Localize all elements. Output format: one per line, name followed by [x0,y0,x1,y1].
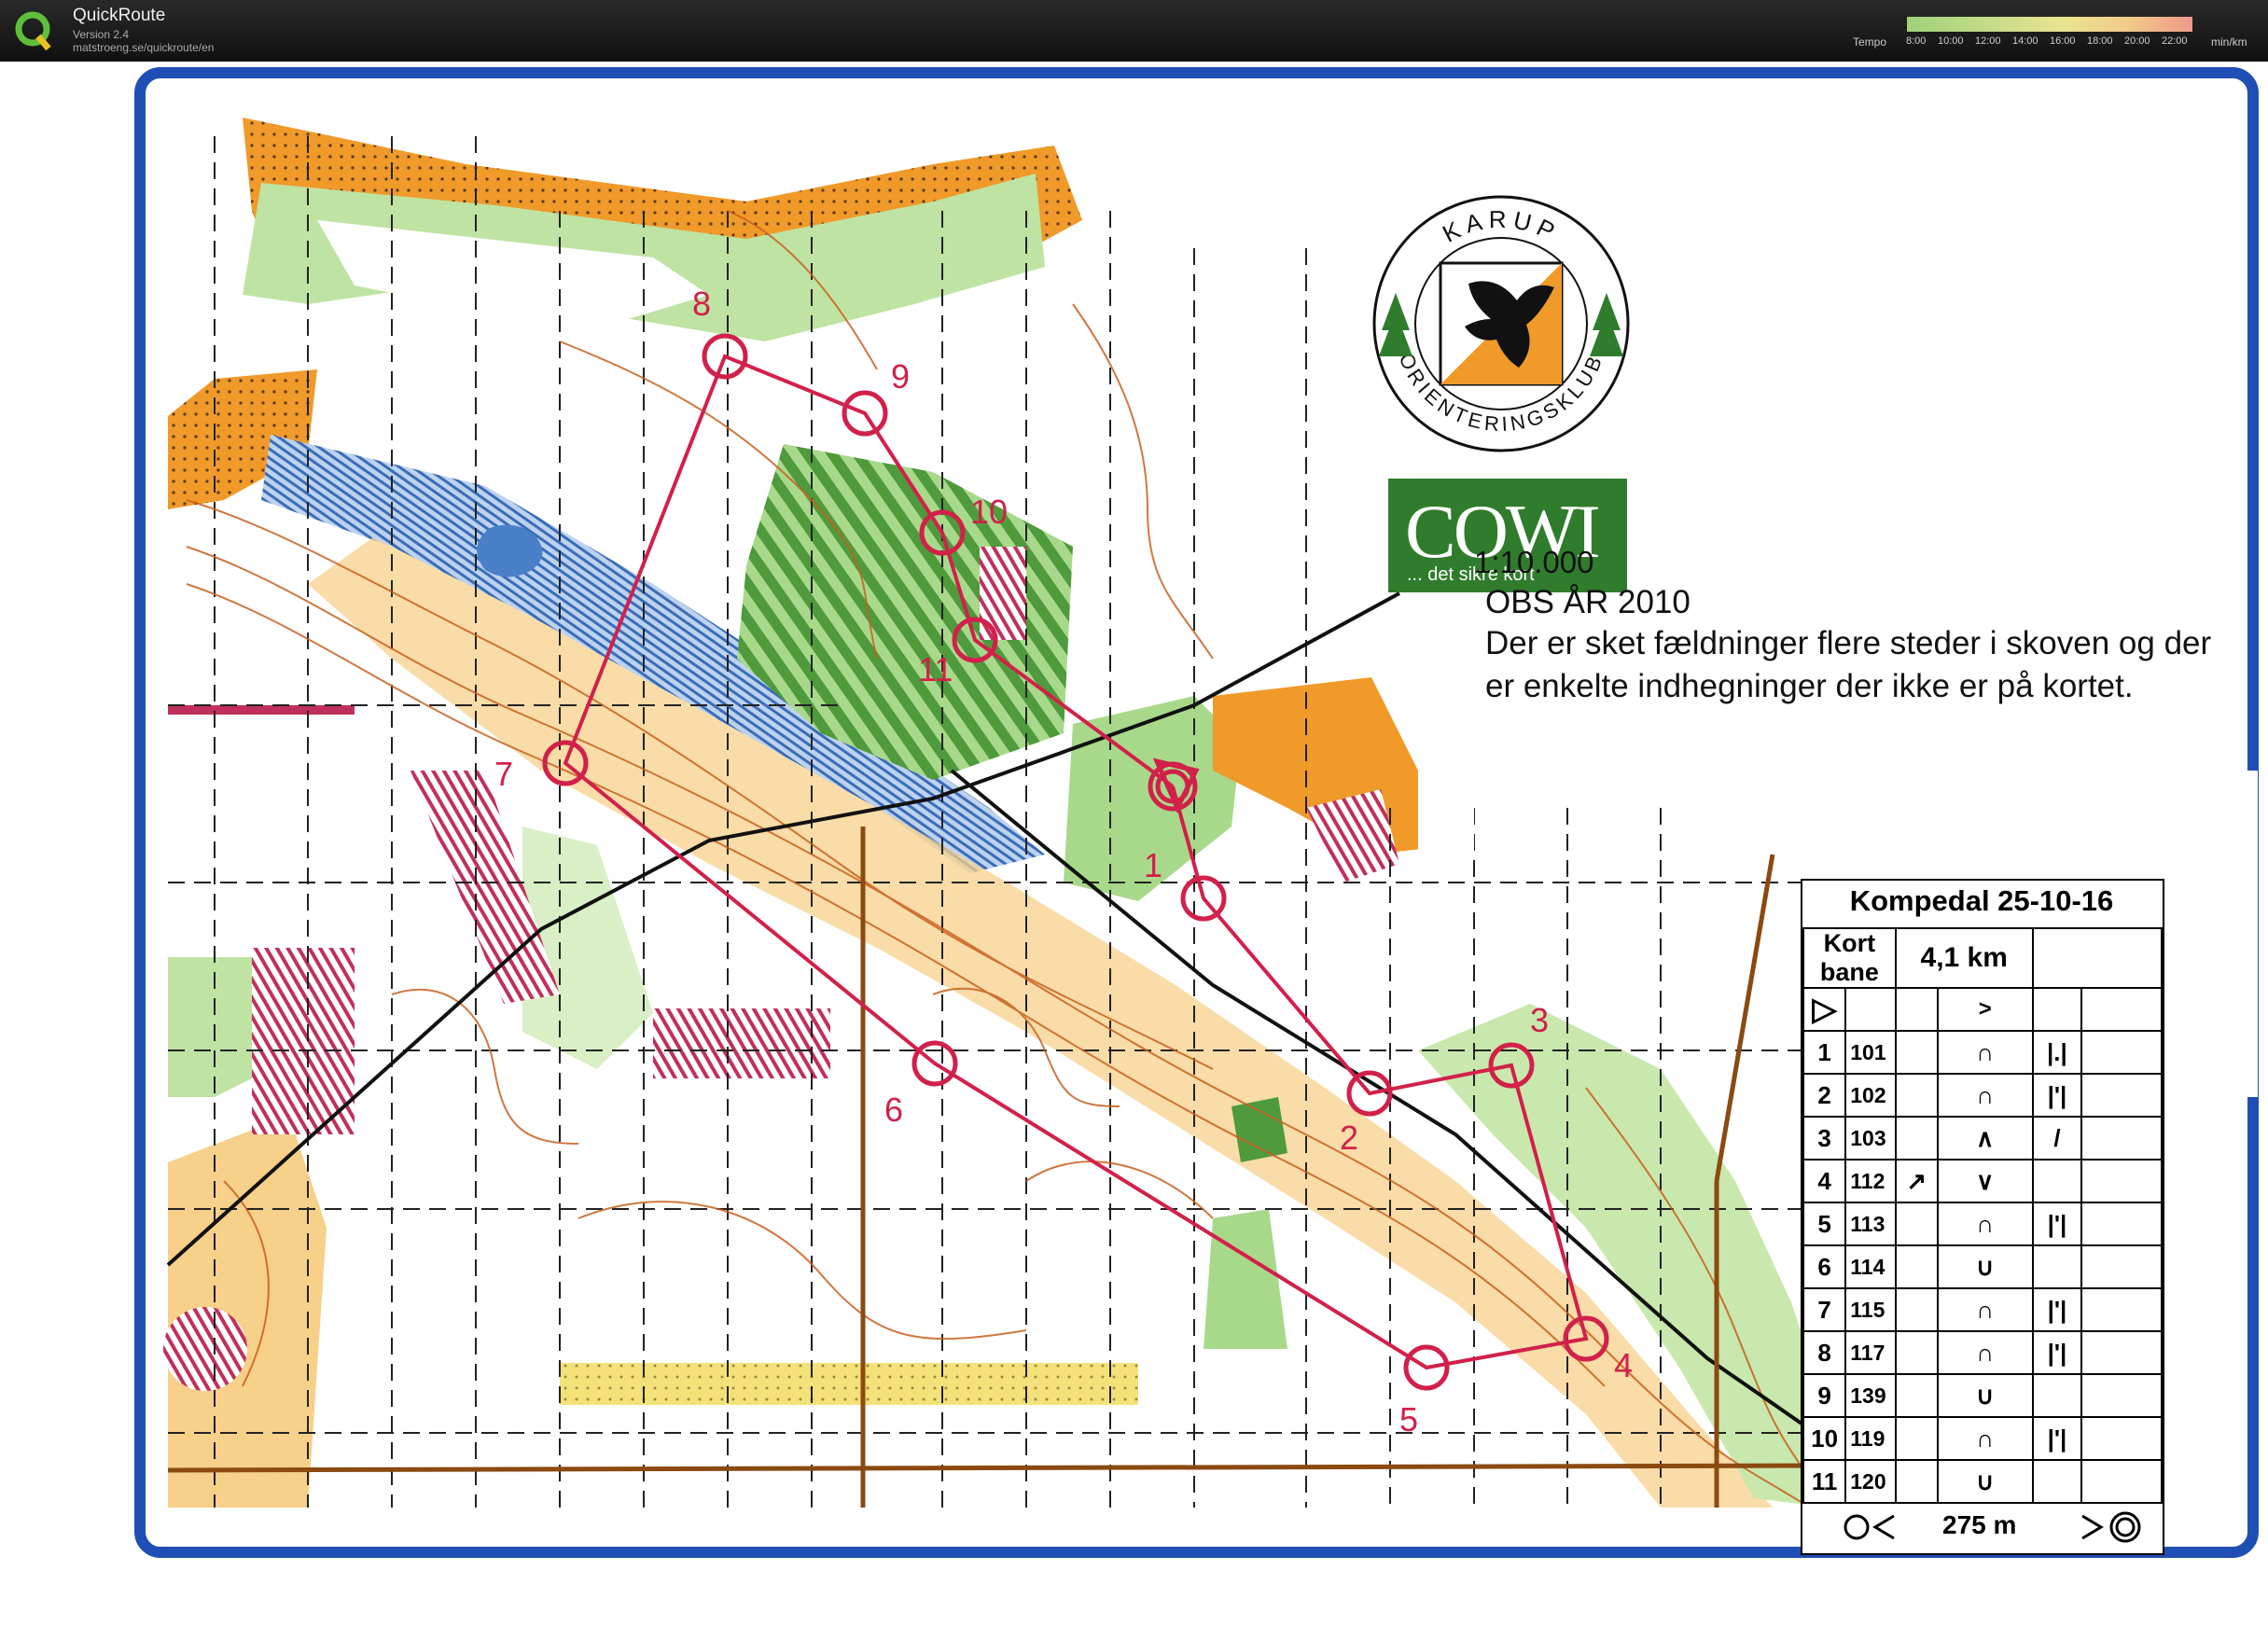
knoll-icon: ∩ [1936,1202,2034,1246]
tempo-tick: 16:00 [2050,35,2076,47]
control-number-1: 1 [1144,846,1162,884]
position-icon: / [2031,1116,2083,1161]
tempo-tick: 12:00 [1975,35,2001,47]
control-row: 2 102 ∩ |'| [1802,1073,2163,1118]
control-number-8: 8 [692,285,711,323]
control-row: 11 120 ∪ [1802,1459,2163,1504]
control-row: 8 117 ∩ |'| [1802,1330,2163,1375]
app-toolbar: QuickRoute Version 2.4 matstroeng.se/qui… [0,0,2268,62]
control-row: 7 115 ∩ |'| [1802,1287,2163,1332]
tempo-tick: 18:00 [2087,35,2113,47]
tempo-label: Tempo [1853,35,1887,49]
start-triangle-icon: ▷ [1802,987,1847,1032]
control-number-7: 7 [494,755,513,793]
control-number-2: 2 [1340,1119,1358,1157]
finish-from-control-icon [1844,1514,1895,1540]
knoll-icon: ∩ [1936,1030,2034,1075]
notice-body: Der er sket fældninger flere steder i sk… [1485,625,2212,704]
control-number-11: 11 [918,650,953,688]
knoll-icon: ∩ [1936,1416,2034,1461]
knoll-icon: ∩ [1936,1287,2034,1332]
control-number-10: 10 [970,493,1008,531]
tempo-tick: 22:00 [2162,35,2188,47]
app-url-link[interactable]: matstroeng.se/quickroute/en [73,41,214,54]
control-number-6: 6 [884,1091,903,1129]
map-scale: 1:10.000 [1474,545,1594,579]
card-title: Kompedal 25-10-16 [1849,884,2114,917]
control-number-9: 9 [891,357,910,396]
orienteering-map[interactable]: 1 2 3 4 5 6 7 8 9 10 11 KARUP ORIENTERIN… [0,62,2268,1640]
course-length: 4,1 km [1894,927,2034,989]
control-row: 5 113 ∩ |'| [1802,1202,2163,1246]
path-junction-icon: > [1936,987,2034,1032]
finish-row: 275 m [1802,1501,2161,1551]
tempo-color-scale [1907,17,2192,32]
quickroute-logo-icon [15,11,51,51]
knoll-icon: ∩ [1936,1073,2034,1118]
control-number-5: 5 [1399,1400,1418,1438]
control-row: 9 139 ∪ [1802,1373,2163,1418]
position-icon: |'| [2031,1202,2083,1246]
app-version: Version 2.4 [73,28,130,41]
control-row: 4 112 ↗ ∨ [1802,1159,2163,1203]
card-header-row: Kort bane 4,1 km [1802,927,2164,989]
tempo-tick: 10:00 [1938,35,1964,47]
position-icon: |'| [2031,1330,2083,1375]
karup-club-logo: KARUP ORIENTERINGSKLUB [1372,195,1630,452]
control-row: 1 101 ∩ |.| [1802,1030,2163,1075]
depression-icon: ∪ [1936,1373,2034,1418]
depression-icon: ∪ [1936,1459,2034,1504]
course-label: Kort bane [1802,927,1897,989]
control-row: 10 119 ∩ |'| [1802,1416,2163,1461]
knoll-icon: ∩ [1936,1330,2034,1375]
depression-icon: ∪ [1936,1244,2034,1289]
notice-title: OBS ÅR 2010 [1485,584,1691,620]
position-icon: |'| [2031,1073,2083,1118]
control-description-table: Kort bane 4,1 km ▷ > 1 101 ∩ |.| 2 102 ∩ |'| 3… [1802,927,2164,1504]
start-row: ▷ > [1802,987,2163,1032]
tempo-unit: min/km [2211,35,2247,49]
finish-circle-icon [2081,1511,2141,1543]
position-icon: |'| [2031,1416,2083,1461]
control-row: 6 114 ∪ [1802,1244,2163,1289]
re-entrant-icon: ∨ [1936,1159,2034,1203]
spur-icon: ∧ [1936,1116,2034,1161]
tempo-tick: 8:00 [1906,35,1927,47]
control-number-3: 3 [1530,1001,1549,1039]
finish-distance: 275 m [1942,1510,2017,1539]
control-number-4: 4 [1614,1346,1633,1384]
direction-arrow-icon: ↗ [1894,1159,1939,1203]
position-icon: |'| [2031,1287,2083,1332]
control-description-card: Kompedal 25-10-16 Kort bane 4,1 km ▷ > 1… [1801,879,2164,1555]
tempo-tick: 20:00 [2124,35,2150,47]
position-icon: |.| [2031,1030,2083,1075]
control-row: 3 103 ∧ / [1802,1116,2163,1161]
tempo-tick: 14:00 [2012,35,2038,47]
app-title: QuickRoute [73,6,166,25]
